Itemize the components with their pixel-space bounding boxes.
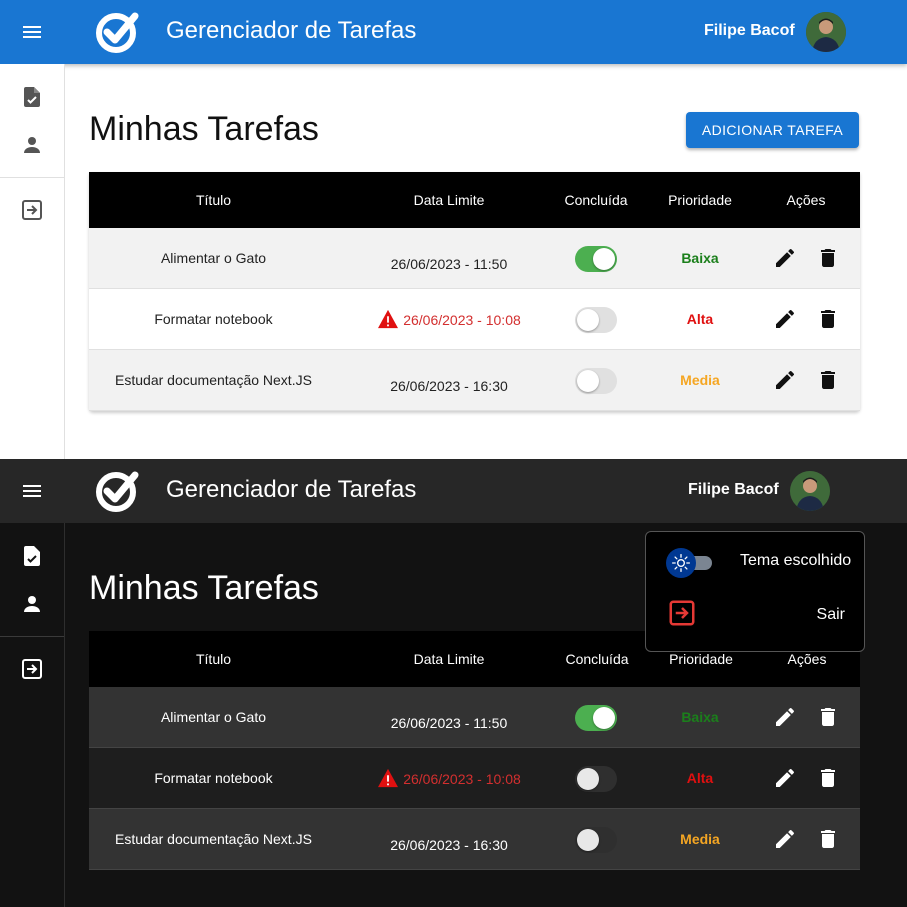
column-header-done: Concluída bbox=[564, 192, 628, 208]
column-header-actions: Ações bbox=[786, 192, 826, 208]
task-deadline: 26/06/2023 - 16:30 bbox=[390, 378, 508, 394]
task-table: Título Data Limite Concluída Prioridade … bbox=[89, 631, 860, 870]
edit-icon[interactable] bbox=[773, 705, 797, 729]
edit-icon[interactable] bbox=[773, 766, 797, 790]
task-deadline: 26/06/2023 - 16:30 bbox=[390, 837, 508, 853]
task-deadline: 26/06/2023 - 11:50 bbox=[390, 715, 508, 731]
column-header-done: Concluída bbox=[565, 651, 629, 667]
table-row: Formatar notebook 26/06/2023 - 10:08 Alt… bbox=[89, 748, 860, 809]
done-toggle[interactable] bbox=[575, 766, 617, 792]
done-toggle[interactable] bbox=[575, 368, 617, 394]
table-row: Estudar documentação Next.JS 26/06/2023 … bbox=[89, 350, 860, 411]
app-bar: Gerenciador de Tarefas Filipe Bacof bbox=[0, 459, 907, 523]
logout-icon[interactable] bbox=[20, 198, 44, 222]
task-deadline-overdue: 26/06/2023 - 10:08 bbox=[338, 768, 560, 788]
sun-icon bbox=[672, 554, 690, 572]
delete-icon[interactable] bbox=[816, 827, 840, 851]
delete-icon[interactable] bbox=[816, 246, 840, 270]
warning-icon bbox=[378, 309, 399, 329]
page-title: Minhas Tarefas bbox=[89, 110, 319, 148]
person-icon[interactable] bbox=[20, 133, 44, 157]
avatar[interactable] bbox=[806, 12, 846, 52]
task-priority: Baixa bbox=[681, 709, 719, 725]
done-toggle[interactable] bbox=[575, 246, 617, 272]
theme-label: Tema escolhido bbox=[740, 552, 852, 569]
sidebar bbox=[0, 523, 65, 907]
app-title: Gerenciador de Tarefas bbox=[166, 476, 417, 503]
logout-icon[interactable] bbox=[667, 598, 697, 628]
delete-icon[interactable] bbox=[816, 766, 840, 790]
table-row: Alimentar o Gato 26/06/2023 - 11:50 Baix… bbox=[89, 228, 860, 289]
edit-icon[interactable] bbox=[773, 307, 797, 331]
column-header-priority: Prioridade bbox=[668, 192, 732, 208]
done-toggle[interactable] bbox=[575, 705, 617, 731]
task-deadline: 26/06/2023 - 10:08 bbox=[403, 312, 521, 328]
edit-icon[interactable] bbox=[773, 368, 797, 392]
light-theme-screen: Gerenciador de Tarefas Filipe Bacof Minh… bbox=[0, 0, 907, 459]
logout-icon[interactable] bbox=[20, 657, 44, 681]
sidebar-divider bbox=[0, 177, 64, 178]
edit-icon[interactable] bbox=[773, 246, 797, 270]
done-toggle[interactable] bbox=[575, 307, 617, 333]
table-header: Título Data Limite Concluída Prioridade … bbox=[89, 172, 860, 228]
task-check-logo bbox=[96, 12, 139, 53]
task-title: Estudar documentação Next.JS bbox=[115, 372, 312, 388]
avatar[interactable] bbox=[790, 471, 830, 511]
menu-icon[interactable] bbox=[20, 479, 44, 503]
task-title: Formatar notebook bbox=[154, 770, 273, 786]
task-document-icon[interactable] bbox=[20, 544, 44, 568]
menu-icon[interactable] bbox=[20, 20, 44, 44]
warning-icon bbox=[378, 768, 399, 788]
logout-menu-item[interactable]: Sair bbox=[817, 606, 845, 624]
task-title: Formatar notebook bbox=[154, 311, 273, 327]
user-name: Filipe Bacof bbox=[688, 481, 779, 498]
task-priority: Alta bbox=[686, 311, 714, 327]
task-document-icon[interactable] bbox=[20, 85, 44, 109]
task-table: Título Data Limite Concluída Prioridade … bbox=[89, 172, 860, 411]
task-priority: Media bbox=[680, 372, 720, 388]
task-title: Alimentar o Gato bbox=[160, 709, 267, 725]
user-name: Filipe Bacof bbox=[704, 22, 795, 39]
delete-icon[interactable] bbox=[816, 307, 840, 331]
task-title: Estudar documentação Next.JS bbox=[115, 831, 312, 847]
edit-icon[interactable] bbox=[773, 827, 797, 851]
delete-icon[interactable] bbox=[816, 705, 840, 729]
table-row: Estudar documentação Next.JS 26/06/2023 … bbox=[89, 809, 860, 870]
task-title: Alimentar o Gato bbox=[160, 250, 267, 266]
sidebar-divider bbox=[0, 636, 64, 637]
task-priority: Baixa bbox=[681, 250, 719, 266]
theme-toggle[interactable] bbox=[666, 548, 712, 578]
task-check-logo bbox=[96, 471, 139, 512]
sidebar bbox=[0, 64, 65, 459]
user-menu-popover: Tema escolhido Sair bbox=[645, 531, 865, 652]
task-deadline: 26/06/2023 - 11:50 bbox=[390, 256, 508, 272]
column-header-title: Título bbox=[195, 192, 231, 208]
task-deadline-overdue: 26/06/2023 - 10:08 bbox=[338, 309, 560, 329]
table-row: Formatar notebook 26/06/2023 - 10:08 Alt… bbox=[89, 289, 860, 350]
column-header-deadline: Data Limite bbox=[413, 651, 485, 667]
column-header-deadline: Data Limite bbox=[413, 192, 485, 208]
delete-icon[interactable] bbox=[816, 368, 840, 392]
task-deadline: 26/06/2023 - 10:08 bbox=[403, 771, 521, 787]
dark-theme-screen: Gerenciador de Tarefas Filipe Bacof Minh… bbox=[0, 459, 907, 907]
person-icon[interactable] bbox=[20, 592, 44, 616]
page-title: Minhas Tarefas bbox=[89, 569, 319, 607]
task-priority: Media bbox=[680, 831, 720, 847]
task-priority: Alta bbox=[686, 770, 714, 786]
done-toggle[interactable] bbox=[575, 827, 617, 853]
app-title: Gerenciador de Tarefas bbox=[166, 17, 417, 44]
column-header-title: Título bbox=[195, 651, 231, 667]
app-bar: Gerenciador de Tarefas Filipe Bacof bbox=[0, 0, 907, 64]
table-row: Alimentar o Gato 26/06/2023 - 11:50 Baix… bbox=[89, 687, 860, 748]
add-task-button[interactable]: ADICIONAR TAREFA bbox=[686, 112, 859, 148]
